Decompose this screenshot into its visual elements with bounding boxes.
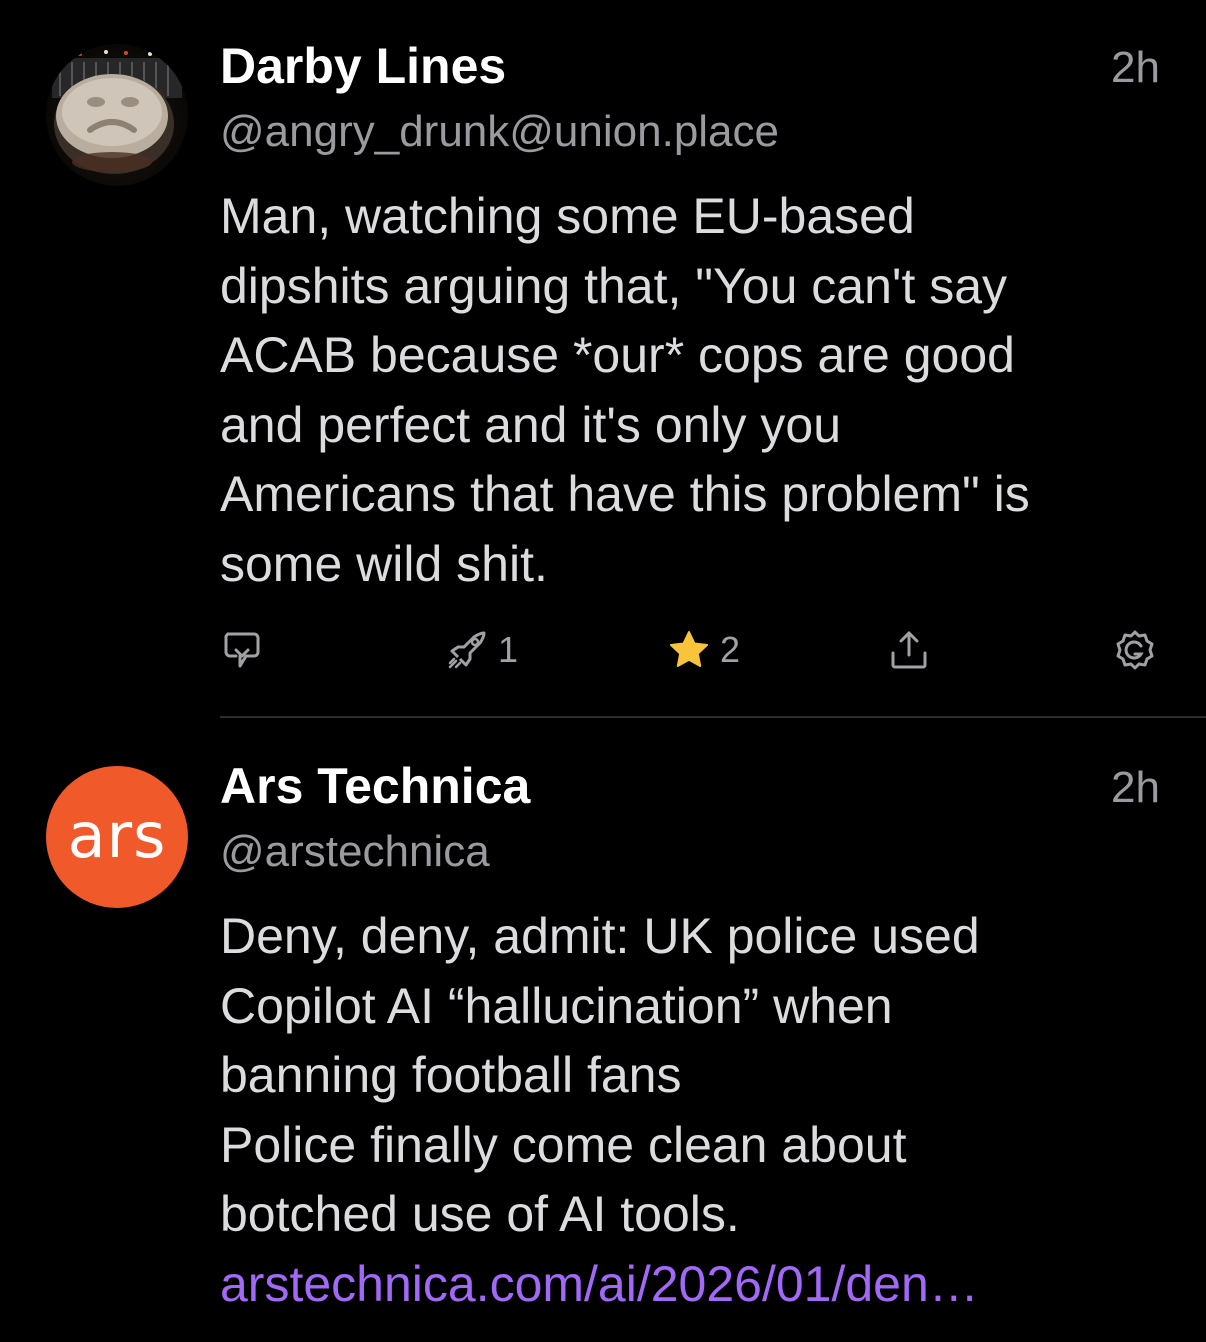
content-line: some wild shit. bbox=[220, 535, 548, 592]
content-line: Americans that have this problem" is bbox=[220, 466, 1030, 522]
favorite-count: 2 bbox=[720, 629, 741, 670]
content-line: botched use of AI tools. bbox=[220, 1186, 740, 1242]
boost-icon bbox=[448, 631, 486, 669]
avatar[interactable] bbox=[46, 44, 188, 186]
timestamp: 2h bbox=[1111, 43, 1160, 92]
content-line: Copilot AI “hallucination” when bbox=[220, 977, 893, 1034]
status-post[interactable]: ars Ars Technica 2h @arstechnica Deny, d… bbox=[0, 718, 1206, 1342]
reply-button[interactable] bbox=[220, 624, 264, 676]
reply-icon bbox=[224, 632, 260, 668]
gear-icon bbox=[1116, 630, 1154, 670]
content-line: dipshits arguing that, "You can't say bbox=[220, 257, 1008, 314]
frowning-face-avatar bbox=[52, 50, 182, 174]
content-line: banning football fans bbox=[220, 1047, 682, 1103]
timestamp: 2h bbox=[1111, 763, 1160, 812]
post-content: Deny, deny, admit: UK police used Copilo… bbox=[220, 902, 1170, 1319]
boost-button[interactable]: 1 bbox=[444, 624, 518, 676]
display-name[interactable]: Ars Technica bbox=[220, 756, 530, 816]
star-icon bbox=[670, 631, 708, 667]
content-line: and perfect and it's only you bbox=[220, 396, 842, 453]
post-link[interactable]: arstechnica.com/ai/2026/01/den… bbox=[220, 1250, 1170, 1320]
account-handle[interactable]: @angry_drunk@union.place bbox=[220, 104, 779, 160]
avatar-logo-text: ars bbox=[67, 798, 167, 872]
post-content: Man, watching some EU-based dipshits arg… bbox=[220, 182, 1170, 599]
avatar[interactable]: ars bbox=[46, 766, 188, 908]
more-button[interactable] bbox=[1112, 624, 1158, 676]
account-handle[interactable]: @arstechnica bbox=[220, 824, 490, 880]
status-post[interactable]: Darby Lines 2h @angry_drunk@union.place … bbox=[0, 0, 1206, 718]
share-icon bbox=[891, 631, 927, 669]
timeline: Darby Lines 2h @angry_drunk@union.place … bbox=[0, 0, 1206, 1342]
action-bar: 1 2 bbox=[220, 624, 1164, 676]
content-line: Deny, deny, admit: UK police used bbox=[220, 908, 980, 964]
content-line: Man, watching some EU-based bbox=[220, 188, 915, 244]
share-button[interactable] bbox=[886, 624, 932, 676]
content-line: Police finally come clean about bbox=[220, 1116, 907, 1173]
favorite-button[interactable]: 2 bbox=[666, 624, 740, 676]
display-name[interactable]: Darby Lines bbox=[220, 36, 506, 96]
boost-count: 1 bbox=[498, 629, 519, 670]
content-line: ACAB because *our* cops are good bbox=[220, 327, 1015, 383]
